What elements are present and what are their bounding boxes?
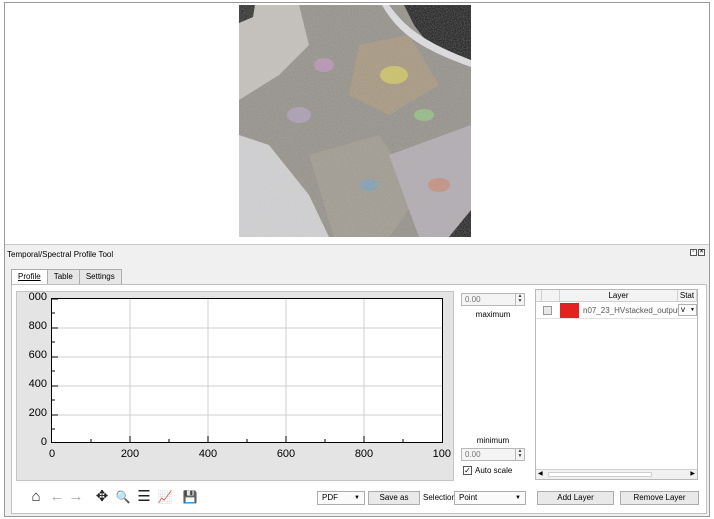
header-stat-column[interactable]: Stat (678, 290, 697, 302)
scrollbar-thumb[interactable] (548, 472, 652, 477)
tab-profile[interactable]: Profile (11, 269, 48, 285)
maximum-label: maximum (475, 310, 511, 319)
spin-arrows-icon[interactable]: ▲ ▼ (515, 294, 524, 305)
layer-name: n07_23_HVstacked_output (583, 306, 680, 315)
stat-value: v (681, 305, 685, 314)
minimum-value: 0.00 (465, 450, 481, 459)
dock-window-buttons: ▫ ✕ (690, 249, 705, 256)
format-value: PDF (322, 493, 338, 502)
float-dock-icon[interactable]: ▫ (690, 249, 697, 256)
autoscale-label: Auto scale (475, 466, 513, 475)
raster-texture (239, 5, 471, 237)
layer-visible-checkbox[interactable] (543, 306, 552, 315)
header-checkbox-column[interactable] (542, 290, 560, 302)
maximum-value: 0.00 (465, 295, 481, 304)
home-icon[interactable]: ⌂ (28, 489, 44, 505)
map-canvas[interactable] (5, 3, 709, 243)
x-tick-label: 600 (276, 448, 296, 460)
dock-title: Temporal/Spectral Profile Tool (7, 250, 114, 259)
qgis-window: Temporal/Spectral Profile Tool ▫ ✕ Profi… (4, 2, 710, 517)
maximum-spinbox[interactable]: 0.00 ▲ ▼ (461, 293, 525, 306)
spin-arrows-icon[interactable]: ▲ ▼ (515, 449, 524, 460)
forward-arrow-icon[interactable]: → (68, 489, 84, 505)
minimum-label: minimum (476, 436, 510, 445)
plot-grid (52, 298, 442, 442)
zoom-icon[interactable]: 🔍 (115, 489, 131, 505)
profile-plot[interactable]: 000 800 600 400 200 0 0 200 400 600 800 … (16, 291, 454, 481)
profile-panel: 000 800 600 400 200 0 0 200 400 600 800 … (11, 284, 707, 514)
x-tick-label: 800 (354, 448, 374, 460)
tab-table[interactable]: Table (46, 269, 80, 284)
remove-layer-button[interactable]: Remove Layer (620, 491, 699, 505)
save-figure-icon[interactable]: 💾 (182, 489, 198, 505)
selection-label: Selection (423, 493, 456, 502)
x-tick-label: 100 (432, 448, 451, 460)
horizontal-scrollbar[interactable]: ◀ ▶ (536, 469, 697, 479)
raster-layer-image[interactable] (239, 5, 471, 237)
y-tick-label: 0 (40, 436, 47, 448)
header-layer-column[interactable]: Layer (560, 290, 678, 302)
minimum-spinbox[interactable]: 0.00 ▲ ▼ (461, 448, 525, 461)
scroll-right-icon[interactable]: ▶ (690, 470, 695, 479)
scale-controls: 0.00 ▲ ▼ maximum minimum 0.00 ▲ ▼ ✓ Auto s… (458, 291, 528, 481)
y-tick-label: 400 (28, 378, 47, 390)
format-dropdown[interactable]: PDF ▼ (317, 491, 365, 505)
plot-area[interactable] (51, 298, 443, 443)
x-tick-label: 0 (48, 448, 56, 460)
tab-settings[interactable]: Settings (78, 269, 122, 284)
layer-table: Layer Stat n07_23_HVstacked_output v ▼ ◀… (535, 289, 698, 480)
table-row[interactable]: n07_23_HVstacked_output v ▼ (536, 302, 697, 319)
selection-value: Point (459, 493, 478, 502)
close-dock-icon[interactable]: ✕ (698, 249, 705, 256)
pan-icon[interactable]: ✥ (94, 489, 110, 505)
stat-dropdown[interactable]: v ▼ (678, 304, 697, 316)
save-as-button[interactable]: Save as (368, 491, 420, 505)
add-layer-button[interactable]: Add Layer (537, 491, 614, 505)
profile-tool-dock: Temporal/Spectral Profile Tool ▫ ✕ Profi… (5, 244, 709, 516)
back-arrow-icon[interactable]: ← (49, 489, 65, 505)
selection-dropdown[interactable]: Point ▼ (454, 491, 526, 505)
x-tick-label: 200 (120, 448, 140, 460)
y-tick-label: 600 (28, 349, 47, 361)
y-tick-label: 000 (28, 291, 47, 303)
chevron-down-icon: ▼ (515, 495, 521, 501)
layer-color-swatch[interactable] (560, 303, 579, 318)
x-tick-label: 400 (198, 448, 218, 460)
chevron-down-icon: ▼ (354, 495, 360, 501)
configure-subplots-icon[interactable]: ☰ (136, 489, 152, 505)
y-tick-label: 200 (28, 407, 47, 419)
chevron-down-icon: ▼ (690, 307, 695, 313)
tab-bar: Profile Table Settings (11, 269, 122, 285)
scroll-left-icon[interactable]: ◀ (538, 470, 543, 479)
autoscale-checkbox[interactable]: ✓ (463, 466, 472, 475)
y-tick-label: 800 (28, 320, 47, 332)
edit-axis-icon[interactable]: 📈 (157, 489, 173, 505)
